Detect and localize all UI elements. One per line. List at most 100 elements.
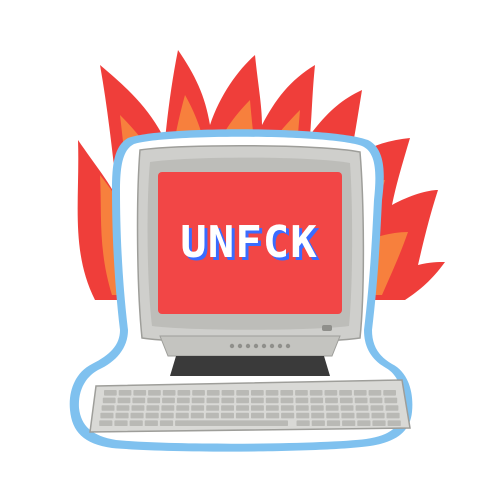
monitor-stand [170,356,330,376]
keyboard-key [368,390,382,396]
keyboard-key [310,397,324,404]
keyboard-key [339,397,353,404]
keyboard-key [280,390,294,396]
keyboard-key [115,412,129,419]
keyboard-key [102,397,116,404]
screen-text: UNFCK [180,217,317,268]
keyboard-key [117,397,131,404]
keyboard-key [383,390,396,396]
keyboard-key [295,405,309,411]
keyboard-key [326,420,341,426]
keyboard [89,379,411,433]
keyboard-key [385,405,399,411]
keyboard-key [384,397,398,404]
keyboard-key [104,390,117,396]
keyboard-key [296,420,310,426]
keyboard-key [325,397,338,404]
keyboard-key [280,397,294,404]
keyboard-key [371,412,385,419]
keyboard-key [118,390,132,396]
keyboard-key [191,397,205,404]
keyboard-key [190,412,204,419]
keyboard-key [355,405,369,411]
keyboard-key [265,397,279,404]
keyboard-key [236,405,249,411]
keyboard-key [251,405,264,411]
keyboard-key [160,412,174,419]
keyboard-key [131,405,145,411]
keyboard-key [235,412,249,419]
keyboard-key [236,397,249,404]
crt-monitor: UNFCK UNFCK [136,144,365,376]
artwork: UNFCK UNFCK [69,50,445,452]
keyboard-key [326,412,340,419]
keyboard-key [221,397,235,404]
keyboard-key [357,420,371,426]
keyboard-key [295,390,308,396]
keyboard-key [162,397,175,404]
keyboard-key [133,390,147,396]
keyboard-key [206,390,220,396]
keyboard-key [221,405,234,411]
keyboard-key [280,405,294,411]
keyboard-key [370,405,384,411]
keyboard-key [192,390,205,396]
keyboard-key [101,405,115,411]
keyboard-key [387,420,401,426]
keyboard-key [309,390,323,396]
keyboard-key [236,390,249,396]
keyboard-key [251,397,264,404]
keyboard-key [339,390,352,396]
keyboard-key [353,390,367,396]
keyboard-key [162,390,176,396]
keyboard-key [340,405,354,411]
keyboard-key [251,390,264,396]
keyboard-key [324,390,338,396]
keyboard-key [386,412,400,419]
power-button [322,325,332,331]
keyboard-key [342,420,356,426]
keyboard-key [221,390,235,396]
keyboard-key [175,412,189,419]
keyboard-key [341,412,355,419]
keyboard-key [176,405,190,411]
keyboard-key [206,405,220,411]
keyboard-key [148,390,161,396]
keyboard-key [146,405,160,411]
keyboard-key [147,397,161,404]
keyboard-key [372,420,386,426]
keyboard-key [220,412,234,419]
keyboard-key [130,412,144,419]
keyboard-key [191,405,205,411]
keyboard-key [99,420,113,426]
keyboard-key [132,397,146,404]
keyboard-key [100,412,114,419]
keyboard-key [296,412,310,419]
keyboard-key [265,405,279,411]
keyboard-key [176,397,190,404]
keyboard-key [311,420,325,426]
computer-illustration: UNFCK UNFCK [0,0,500,500]
keyboard-key [145,412,159,419]
keyboard-key [354,397,368,404]
keyboard-key [295,397,309,404]
keyboard-key [129,420,143,426]
keyboard-key [205,412,219,419]
keyboard-key [265,390,279,396]
keyboard-key [310,405,324,411]
keyboard-key [266,412,280,419]
keyboard-key [159,420,174,426]
keyboard-key [206,397,220,404]
keyboard-key [144,420,158,426]
spacebar-key [186,420,288,426]
keyboard-key [177,390,191,396]
keyboard-key [356,412,370,419]
keyboard-key [369,397,383,404]
keyboard-key [161,405,175,411]
keyboard-key [311,412,325,419]
keyboard-key [281,412,295,419]
keyboard-key [251,412,265,419]
keyboard-key [325,405,339,411]
keyboard-key [114,420,128,426]
keyboard-key [116,405,130,411]
